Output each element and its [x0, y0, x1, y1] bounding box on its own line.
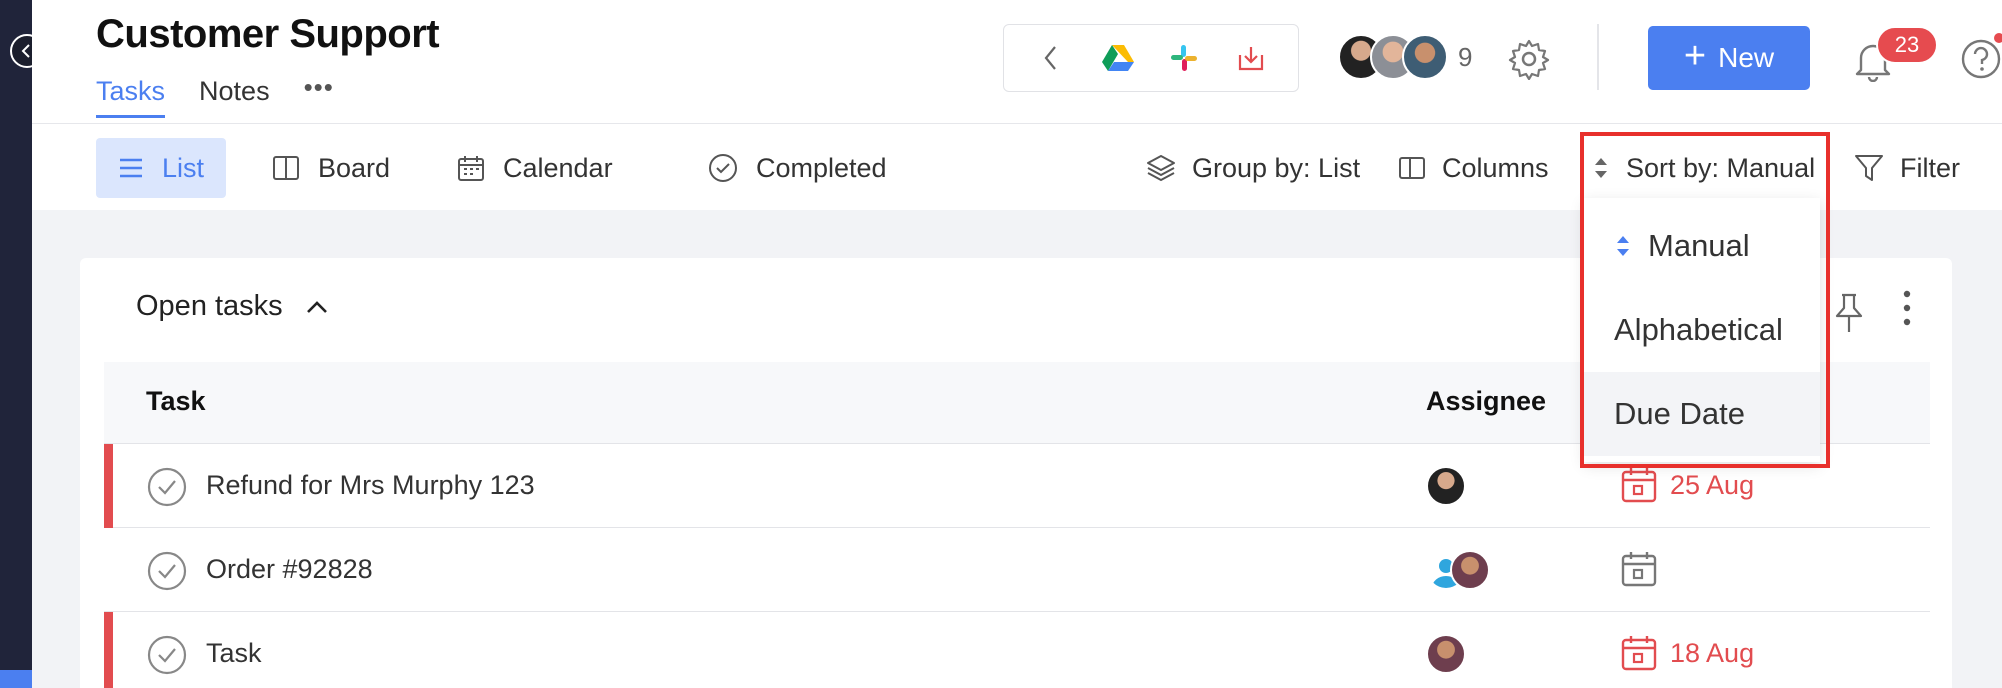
due-date[interactable]: 18 Aug	[1620, 634, 1754, 672]
calendar-icon	[458, 156, 484, 181]
check-circle-icon	[709, 154, 737, 182]
members-avatars[interactable]: 9	[1338, 34, 1472, 80]
notification-badge: 23	[1876, 26, 1938, 64]
new-button[interactable]: + New	[1648, 26, 1810, 90]
pin-icon	[1835, 293, 1863, 332]
sidebar-accent	[0, 670, 32, 688]
view-list-label: List	[162, 152, 205, 183]
table-row[interactable]: Order #92828	[104, 528, 1930, 612]
collapse-integrations-button[interactable]	[1031, 38, 1071, 78]
avatar	[1426, 634, 1466, 674]
section-title: Open tasks	[136, 290, 283, 322]
assignee-avatars[interactable]	[1426, 550, 1490, 590]
priority-indicator	[104, 612, 113, 688]
slack-button[interactable]	[1164, 38, 1204, 78]
avatar	[1402, 34, 1448, 80]
calendar-icon	[1621, 552, 1657, 587]
task-name[interactable]: Refund for Mrs Murphy 123	[206, 470, 535, 501]
header-tabs: Tasks Notes •••	[96, 72, 334, 118]
due-date-label: 18 Aug	[1670, 637, 1755, 668]
view-calendar-button[interactable]: Calendar	[435, 138, 635, 198]
assignee-avatars[interactable]	[1426, 634, 1466, 674]
tab-notes[interactable]: Notes	[199, 76, 270, 115]
due-date-label: 25 Aug	[1670, 469, 1755, 500]
filter-label: Filter	[1900, 152, 1960, 183]
import-button[interactable]	[1231, 38, 1271, 78]
section-menu-button[interactable]	[1900, 288, 1914, 333]
new-button-label: New	[1718, 42, 1775, 73]
sort-by-label: Sort by: Manual	[1626, 152, 1816, 183]
view-calendar-label: Calendar	[503, 152, 613, 183]
tab-tasks[interactable]: Tasks	[96, 76, 166, 118]
section-header[interactable]: Open tasks	[136, 290, 329, 323]
gear-icon	[1508, 39, 1550, 80]
sort-option-due-date[interactable]: Due Date	[1584, 372, 1820, 456]
view-board-button[interactable]: Board	[250, 138, 412, 198]
help-indicator-dot	[1994, 33, 2002, 43]
integrations-bar	[1003, 24, 1299, 92]
complete-task-icon[interactable]	[146, 550, 188, 592]
columns-button[interactable]: Columns	[1398, 138, 1549, 198]
due-date[interactable]: 25 Aug	[1620, 466, 1754, 504]
avatar	[1426, 466, 1466, 506]
sort-option-label: Alphabetical	[1614, 312, 1783, 347]
app-sidebar	[0, 0, 32, 688]
list-icon	[120, 158, 142, 178]
priority-indicator	[104, 444, 113, 528]
sort-icon	[1595, 158, 1607, 178]
view-board-label: Board	[318, 152, 391, 183]
kebab-menu-icon	[1903, 290, 1911, 326]
complete-task-icon[interactable]	[146, 466, 188, 508]
page-title: Customer Support	[96, 12, 440, 56]
chevron-left-icon	[1044, 46, 1057, 70]
task-name[interactable]: Task	[206, 638, 262, 669]
filter-icon	[1855, 155, 1883, 181]
sort-option-label: Manual	[1648, 228, 1750, 263]
view-completed-button[interactable]: Completed	[686, 138, 909, 198]
pin-button[interactable]	[1832, 292, 1866, 339]
board-icon	[273, 156, 299, 180]
group-by-button[interactable]: Group by: List	[1146, 138, 1360, 198]
columns-icon	[1399, 157, 1425, 179]
members-count: 9	[1458, 41, 1473, 72]
table-row[interactable]: Task 18 Aug	[104, 612, 1930, 688]
sort-option-manual[interactable]: Manual	[1584, 204, 1820, 288]
column-header-task[interactable]: Task	[146, 386, 206, 417]
filter-button[interactable]: Filter	[1854, 138, 1960, 198]
divider	[1597, 24, 1599, 90]
more-tabs-icon[interactable]: •••	[304, 72, 334, 103]
avatar	[1450, 550, 1490, 590]
columns-label: Columns	[1442, 152, 1549, 183]
chevron-up-icon	[306, 300, 327, 313]
sort-by-button[interactable]: Sort by: Manual	[1592, 138, 1815, 198]
sort-dropdown: Manual Alphabetical Due Date	[1584, 198, 1820, 462]
sort-option-label: Due Date	[1614, 396, 1745, 431]
settings-button[interactable]	[1506, 36, 1552, 82]
header: Customer Support Tasks Notes ••• 9 + New…	[32, 0, 2002, 124]
due-date[interactable]	[1620, 550, 1670, 588]
assignee-avatars[interactable]	[1426, 466, 1466, 506]
group-by-label: Group by: List	[1192, 152, 1361, 183]
slack-icon	[1171, 45, 1198, 71]
download-tray-icon	[1238, 47, 1263, 71]
complete-task-icon[interactable]	[146, 634, 188, 676]
column-header-assignee[interactable]: Assignee	[1426, 386, 1546, 417]
task-name[interactable]: Order #92828	[206, 554, 373, 585]
plus-icon: +	[1683, 35, 1707, 77]
view-list-button[interactable]: List	[96, 138, 227, 198]
calendar-icon	[1621, 636, 1657, 671]
google-drive-icon	[1101, 45, 1134, 71]
calendar-icon	[1621, 468, 1657, 503]
google-drive-button[interactable]	[1098, 38, 1138, 78]
sort-option-alphabetical[interactable]: Alphabetical	[1584, 288, 1820, 372]
layers-icon	[1147, 155, 1175, 182]
view-completed-label: Completed	[756, 152, 887, 183]
help-button[interactable]	[1958, 36, 2002, 82]
help-icon	[1961, 39, 2001, 79]
sort-icon	[1617, 236, 1629, 256]
